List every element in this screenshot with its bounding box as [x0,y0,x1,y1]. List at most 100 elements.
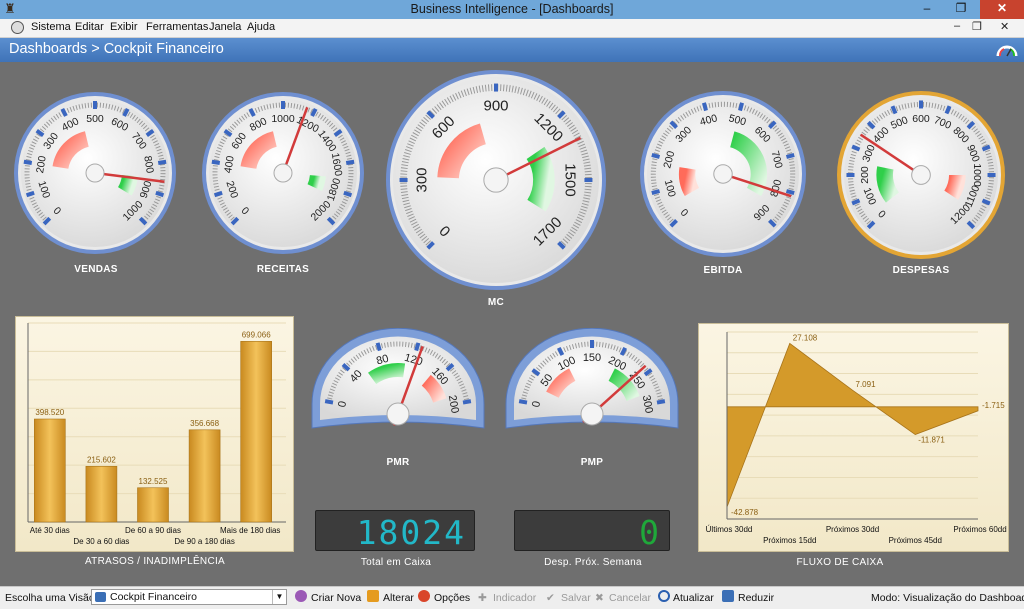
restore-button[interactable]: ❐ [946,0,976,19]
reduce-icon [722,590,734,602]
major-tick [25,190,35,198]
menu-ajuda[interactable]: Ajuda [247,21,275,33]
indicador-button[interactable]: Indicador [493,592,536,604]
major-tick [23,159,33,165]
despesas-gauge: 0100200300400500 600 700800900100011001200 [837,91,1005,259]
plus-icon [295,590,307,602]
title-bar: ♜ Business Intelligence - [Dashboards] ‒… [0,0,1024,19]
major-tick [738,102,745,112]
needle-cap [580,402,604,426]
area-data-label: -42.878 [731,508,759,517]
major-tick [701,102,708,112]
major-tick [651,152,661,159]
menu-sistema[interactable]: Sistema [31,21,71,33]
despesas-label: DESPESAS [892,265,950,276]
reduzir-button[interactable]: Reduzir [738,592,774,604]
mdi-close-button[interactable]: ✕ [1000,20,1009,33]
x-tick-label: De 90 a 180 dias [174,537,235,546]
desp-display: 0 [514,510,670,552]
menu-ferramentas[interactable]: Ferramentas [146,21,208,33]
major-tick [375,342,382,352]
pmr-label: PMR [386,457,410,468]
mdi-minimize-button[interactable]: ‒ [954,20,960,32]
menu-editar[interactable]: Editar [75,21,104,33]
major-tick [345,159,355,165]
area-data-label: -11.871 [918,436,945,445]
major-tick [981,198,991,206]
area-data-label: 7.091 [856,380,877,389]
bar-data-label: 132.525 [139,477,168,486]
x-tick-label: De 60 a 90 dias [125,526,181,535]
needle-cap [85,163,105,183]
window-title: Business Intelligence - [Dashboards] [410,2,614,16]
area-data-label: 27.108 [793,333,818,342]
caixa-value: 18024 [356,513,466,552]
receitas-gauge: 0200400600800 1000 12001400160018002000 [202,92,364,254]
menu-janela[interactable]: Janela [209,21,241,33]
tick-label: 500 [86,113,104,125]
salvar-button[interactable]: Salvar [561,592,591,604]
bar [188,429,221,523]
green-band [876,166,900,203]
fluxo-chart-title: FLUXO DE CAIXA [796,557,884,568]
x-tick-label: Mais de 180 dias [220,526,280,535]
tick-label: 300 [413,167,430,192]
fluxo-chart-panel: -42.878 Últimos 30dd 27.108 Próximos 15dd 7.… [698,323,1009,552]
major-tick [213,190,223,198]
x-tick-label: Até 30 dias [30,526,70,535]
atualizar-button[interactable]: Atualizar [673,592,714,604]
cross-icon: ✖ [595,592,604,604]
major-tick [981,144,991,152]
major-tick [890,105,898,115]
fluxo-chart: -42.878 Últimos 30dd 27.108 Próximos 15dd 7.… [706,331,1007,545]
needle-cap [386,402,410,426]
view-label: Escolha uma Visão: [5,592,98,604]
pencil-icon [367,590,379,602]
red-band [944,174,966,200]
bar [240,341,272,523]
bar [137,487,169,523]
speedometer-icon[interactable] [996,40,1018,60]
breadcrumb: Dashboards > Cockpit Financeiro [9,41,224,57]
bar-data-label: 356.668 [190,419,219,428]
system-menu-icon[interactable] [11,21,24,34]
tick-label: 1500 [562,163,579,196]
status-bar: Escolha uma Visão: Cockpit Financeiro ▼ … [0,586,1024,609]
needle-cap [483,167,509,193]
criar-nova-button[interactable]: Criar Nova [311,592,361,604]
pmp-gauge: 050100 150 200250300 [505,328,679,429]
menu-exibir[interactable]: Exibir [110,21,138,33]
opcoes-button[interactable]: Opções [434,592,470,604]
close-button[interactable]: ✕ [980,0,1024,19]
cancelar-button[interactable]: Cancelar [609,592,651,604]
major-tick [785,189,795,196]
ebitda-gauge: 0100200300400 500600700800900 [640,91,806,257]
alterar-button[interactable]: Alterar [383,592,414,604]
chevron-down-icon[interactable]: ▼ [272,590,286,604]
area-series [726,342,979,508]
major-tick [343,190,353,198]
mdi-restore-button[interactable]: ❐ [972,20,982,33]
x-tick-label: Próximos 15dd [763,536,816,545]
desp-value: 0 [639,513,661,552]
menu-bar: Sistema Editar Exibir Ferramentas Janela… [0,19,1024,38]
major-tick [324,399,334,405]
tick-label: 200 [859,166,871,184]
major-tick [851,144,861,152]
view-select[interactable]: Cockpit Financeiro ▼ [91,589,287,605]
vendas-label: VENDAS [74,264,118,275]
mode-status: Modo: Visualização do Dashboad [871,592,1024,604]
ebitda-label: EBITDA [703,265,743,276]
minimize-button[interactable]: ‒ [912,0,942,19]
x-tick-label: Últimos 30dd [706,525,753,534]
x-tick-label: Próximos 30dd [826,525,879,534]
major-tick [157,159,167,165]
pmr-gauge: 04080 120160200 [311,328,485,429]
x-tick-label: Próximos 45dd [889,536,942,545]
major-tick [944,105,952,115]
major-tick [211,159,221,165]
tick-label: 900 [483,97,508,114]
bar-data-label: 215.602 [87,455,116,464]
receitas-label: RECEITAS [256,264,310,275]
major-tick [414,342,421,352]
